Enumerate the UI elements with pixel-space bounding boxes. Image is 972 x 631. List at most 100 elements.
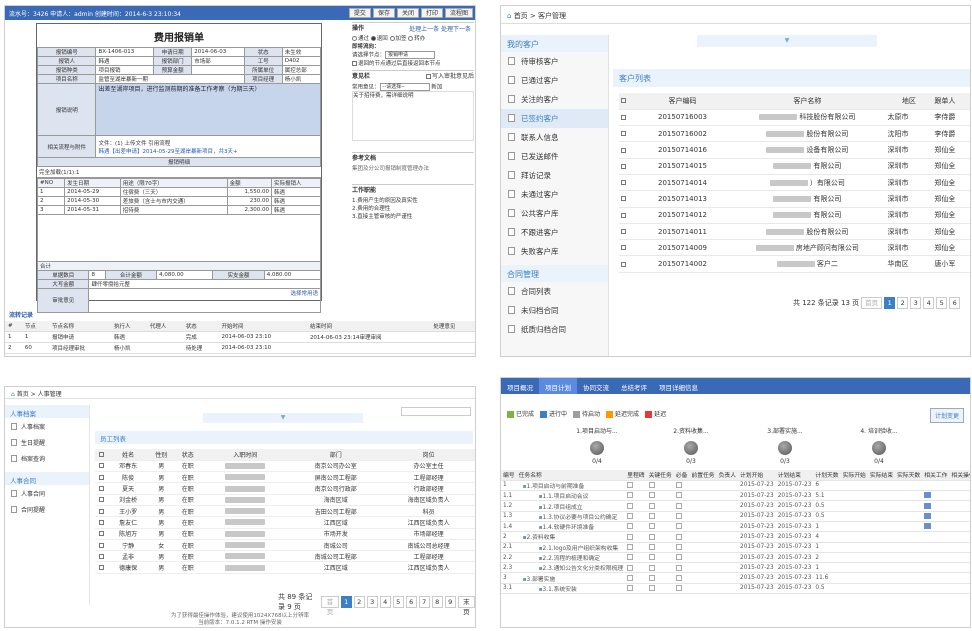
sidebar-item[interactable]: 合同列表 (501, 282, 608, 301)
checkbox[interactable] (648, 533, 655, 540)
sidebar-group-contract[interactable]: 人事合同 (5, 472, 89, 485)
page-button[interactable]: 5 (392, 596, 404, 608)
row-checkbox[interactable] (98, 463, 104, 469)
task-name[interactable]: 1.1.项目启动会议 (543, 494, 589, 500)
checkbox[interactable] (675, 574, 682, 581)
select-all-checkbox[interactable] (621, 98, 626, 104)
page-button[interactable]: 7 (418, 596, 430, 608)
table-row[interactable]: 孟非男在职 南城公司工程部 工程部经理 (95, 550, 475, 563)
checkbox[interactable] (675, 502, 682, 509)
row-checkbox[interactable] (621, 212, 626, 218)
page-button[interactable]: 4 (379, 596, 391, 608)
save-button[interactable]: 保存 (372, 8, 395, 18)
submit-button[interactable]: 提交 (348, 8, 371, 18)
home-icon[interactable]: ⌂ (507, 12, 511, 20)
table-row[interactable]: 王小罗男在职 吉田公司工程部 科员 (95, 505, 475, 518)
checkbox[interactable] (648, 554, 655, 561)
row-checkbox[interactable] (98, 565, 104, 571)
task-name[interactable]: 1.项目启动与前期准备 (527, 484, 585, 490)
search-input[interactable] (401, 407, 471, 416)
table-row[interactable]: 德康保男在职 江西区域 江西区域负责人 (95, 561, 475, 574)
field-value[interactable]: 属控总部 (281, 65, 322, 75)
breadcrumb-text[interactable]: 首页 > 客户管理 (514, 12, 566, 20)
tab[interactable]: 总结考评 (615, 378, 653, 394)
radio[interactable] (389, 36, 395, 41)
checkbox[interactable] (648, 492, 655, 499)
table-row[interactable]: 20150714016 设备有限公司 深圳市 郑仙全 (619, 141, 970, 159)
customer-name[interactable]: 有限公司 (813, 162, 841, 170)
checkbox[interactable] (627, 513, 634, 520)
task-name[interactable]: 1.4.软硬件环境准备 (543, 525, 595, 531)
customer-name[interactable]: 有限公司 (813, 211, 841, 219)
checkbox[interactable] (648, 513, 655, 520)
row-checkbox[interactable] (621, 114, 626, 120)
attached-flow-link[interactable]: 韩遇【出差申请】2014-05-29至湖岸暴新项目，共3天+ (98, 147, 318, 155)
table-row[interactable]: 1.4▪1.4.软硬件环境准备2015-07-232015-07-231待启动 (501, 521, 970, 533)
sidebar-item[interactable]: 未通过客户 (501, 185, 608, 204)
row-checkbox[interactable] (621, 229, 626, 235)
task-name[interactable]: 3.1.系统安装 (543, 587, 577, 593)
stage[interactable]: 3.部署实施... 0/3 (759, 426, 811, 465)
task-name[interactable]: 2.2.流程的梳理和确定 (543, 556, 600, 562)
page-button[interactable]: 6 (949, 297, 961, 309)
checkbox[interactable] (425, 73, 431, 79)
checkbox[interactable] (675, 585, 682, 592)
sidebar-item[interactable]: 已签约客户 (501, 109, 608, 128)
sidebar-item[interactable]: 已通过客户 (501, 71, 608, 90)
row-checkbox[interactable] (98, 508, 104, 514)
row-checkbox[interactable] (98, 542, 104, 548)
row-checkbox[interactable] (621, 180, 626, 186)
stage[interactable]: 4. 培训验收... 0/4 (853, 426, 905, 465)
node-select[interactable]: 报销申请 (385, 51, 436, 59)
checkbox[interactable] (675, 533, 682, 540)
table-row[interactable]: 20150716003 科技股份有限公司 太原市 李侍爵 (619, 109, 970, 127)
checkbox[interactable] (675, 564, 682, 571)
sidebar-item[interactable]: 人事合同 (5, 485, 89, 501)
field-value[interactable]: 市场部 (191, 56, 245, 66)
table-row[interactable]: 2▪2.资料收集2015-07-232015-07-234待启动 (501, 531, 970, 543)
task-name[interactable]: 2.3.通知公告文化分类权限梳理 (543, 566, 624, 572)
table-row[interactable]: 20150714013 有限公司 深圳市 郑仙全 (619, 190, 970, 208)
add-link[interactable]: 新加 (431, 84, 442, 90)
page-button[interactable]: 5 (936, 297, 948, 309)
task-name[interactable]: 2.1.logo及用户组织架构收集 (543, 546, 619, 552)
customer-name[interactable]: 有限公司 (813, 195, 841, 203)
sidebar-item[interactable]: 公共客户库 (501, 204, 608, 223)
tab[interactable]: 项目计划 (539, 378, 577, 394)
checkbox[interactable] (352, 60, 357, 66)
row-checkbox[interactable] (98, 474, 104, 480)
checkbox[interactable] (627, 554, 634, 561)
table-row[interactable]: 刘金桥男在职 海南区域 海南区域负责人 (95, 494, 475, 506)
checkbox[interactable] (648, 482, 655, 489)
row-checkbox[interactable] (621, 163, 626, 169)
detail-row[interactable]: 2 2014-05-30 差旅费（含士与市内交通） 230.00 韩遇 (36, 196, 321, 206)
real-amount[interactable]: 4,080.00 (263, 269, 322, 280)
tab[interactable]: 协同交流 (577, 378, 615, 394)
sidebar-item[interactable]: 联系人信息 (501, 128, 608, 147)
attach-actions[interactable]: 文件：(1) 上传文件 引用流程 (98, 139, 318, 147)
checkbox[interactable] (627, 533, 634, 540)
sidebar-item[interactable]: 拜访记录 (501, 166, 608, 185)
page-button[interactable]: 9 (444, 596, 456, 608)
sidebar-item[interactable]: 不跟进客户 (501, 223, 608, 242)
related-work-icon[interactable] (924, 502, 932, 509)
print-button[interactable]: 打印 (420, 8, 443, 18)
related-work-icon[interactable] (924, 523, 932, 530)
customer-name[interactable]: 客户二 (817, 260, 838, 268)
checkbox[interactable] (675, 492, 682, 499)
tab[interactable]: 项目详细信息 (653, 378, 704, 394)
row-checkbox[interactable] (621, 147, 626, 153)
table-row[interactable]: 20150714009 房地产顾问有限公司 深圳市 郑仙全 (619, 239, 970, 257)
checkbox[interactable] (648, 585, 655, 592)
collapse-toggle[interactable]: ▼ (203, 413, 363, 423)
page-button[interactable]: 1 (884, 297, 896, 309)
customer-name[interactable]: 股份有限公司 (806, 228, 848, 236)
plan-change-button[interactable]: 计划变更 (929, 408, 964, 423)
sidebar-item[interactable]: 纸质归档合同 (501, 320, 608, 339)
table-row[interactable]: 3▪3.部署实施2015-07-232015-07-2311.6待启动 (501, 572, 970, 584)
table-row[interactable]: 1.3 ▪1.3.协议必要与项目公约确定 2015-07-23 2015-07-23 0… (501, 511, 970, 522)
close-button[interactable]: 关闭 (396, 8, 419, 18)
sidebar-group-customers[interactable]: 我的客户 (501, 35, 608, 52)
stage[interactable]: 2.资料收集... 0/3 (665, 426, 717, 465)
opinion-textarea[interactable]: 关于招待费，需详细说明 (352, 91, 474, 141)
